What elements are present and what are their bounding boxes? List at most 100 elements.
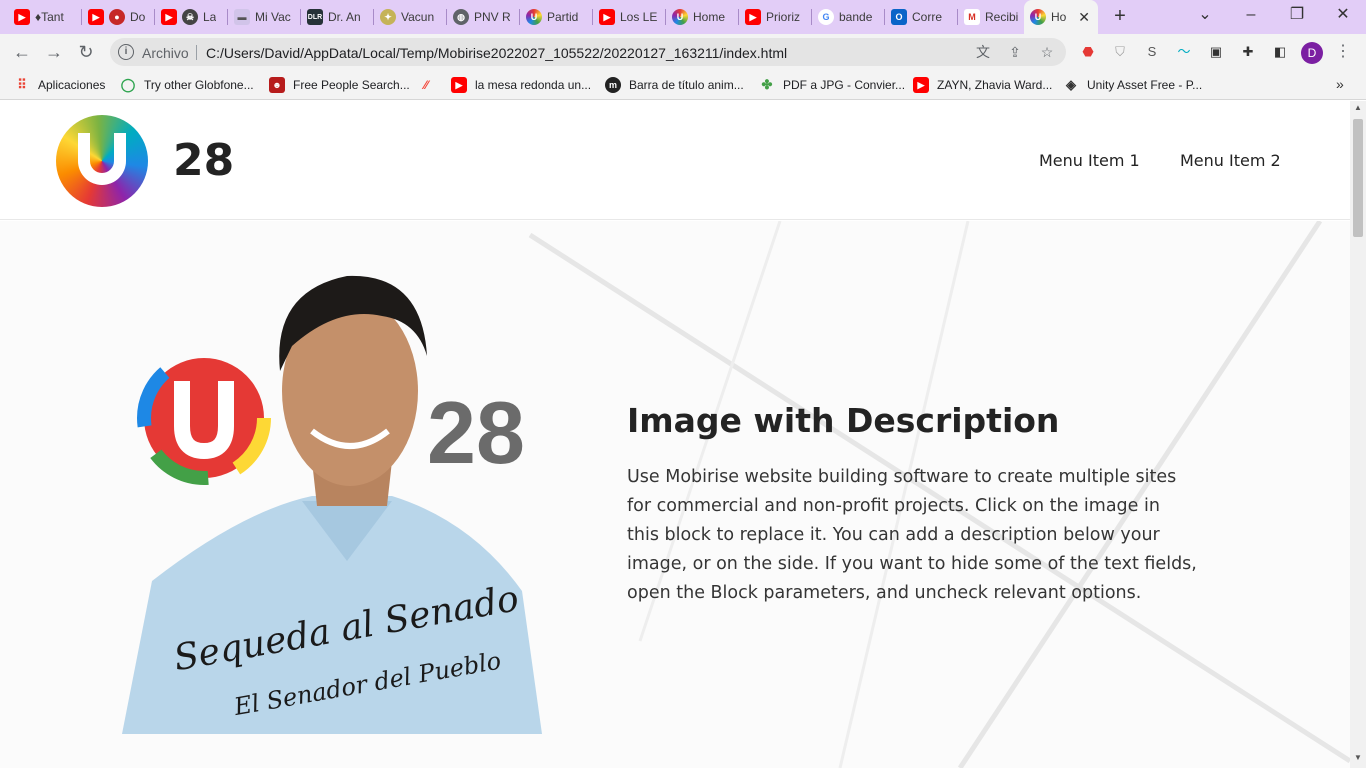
site-logo[interactable] — [56, 115, 148, 207]
new-tab-button[interactable]: + — [1109, 5, 1131, 29]
tab[interactable]: ▶ Prioriz — [739, 5, 809, 29]
tab[interactable]: DLR Dr. An — [301, 5, 371, 29]
scroll-thumb[interactable] — [1353, 119, 1363, 237]
candidate-photo[interactable]: 28 Sequeda al Senado El Senador del Pueb… — [122, 261, 566, 734]
tab-label: PNV R — [474, 10, 511, 24]
browser-toolbar: ← → ↻ i Archivo C:/Users/David/AppData/L… — [0, 34, 1366, 70]
youtube-icon: ▶ — [88, 9, 104, 25]
address-bar[interactable]: i Archivo C:/Users/David/AppData/Local/T… — [110, 38, 1066, 66]
profile-avatar[interactable]: D — [1301, 42, 1323, 64]
unity-icon: ◈ — [1066, 77, 1076, 92]
tab[interactable]: ◍ PNV R — [447, 5, 517, 29]
seal-icon: ✦ — [380, 9, 396, 25]
tab-label: Do — [130, 10, 146, 24]
apps-grid-icon: ⠿ — [17, 77, 27, 92]
bookmarks-bar: ⠿ Aplicaciones ◯ Try other Globfone... ☻… — [0, 70, 1366, 100]
bookmark-item[interactable]: ☻ Free People Search... — [269, 76, 410, 94]
u-logo-icon: U — [672, 9, 688, 25]
tab-active[interactable]: U Ho ✕ — [1024, 0, 1098, 34]
side-panel-icon[interactable]: ◧ — [1270, 42, 1290, 62]
tab-strip: ▶ ♦Tant ▶ ● Do ▶ ☠ La ▬ Mi Vac DLR Dr. A… — [0, 0, 1366, 34]
close-tab-icon[interactable]: ✕ — [1078, 9, 1090, 26]
image-number-text: 28 — [427, 383, 525, 482]
divider — [196, 45, 197, 60]
brand-title[interactable]: 28 — [173, 135, 234, 186]
tab[interactable]: ▶ Los LE — [593, 5, 663, 29]
section-title: Image with Description — [627, 401, 1060, 440]
emoji-icon: ● — [109, 9, 125, 25]
tab[interactable]: U Partid — [520, 5, 590, 29]
skull-icon: ☠ — [182, 9, 198, 25]
youtube-icon: ▶ — [913, 77, 929, 93]
reload-button[interactable]: ↻ — [72, 38, 100, 66]
tab[interactable]: ✦ Vacun — [374, 5, 444, 29]
m-circle-icon: m — [605, 77, 621, 93]
tab[interactable]: O Corre — [885, 5, 955, 29]
bookmark-item[interactable]: ⠿ Aplicaciones — [14, 76, 105, 94]
tab-label: Mi Vac — [255, 10, 291, 24]
tab-label: La — [203, 10, 217, 24]
menu-item-1[interactable]: Menu Item 1 — [1039, 151, 1140, 170]
tab-label: Home — [693, 10, 726, 24]
bookmark-item[interactable]: ⁄⁄ — [418, 76, 442, 94]
minimize-button[interactable]: – — [1228, 4, 1274, 28]
close-window-button[interactable]: ✕ — [1320, 4, 1366, 28]
shield-extension-icon[interactable]: ⛉ — [1110, 42, 1130, 62]
restore-button[interactable]: ❐ — [1274, 4, 1320, 28]
bookmark-item[interactable]: ✤ PDF a JPG - Convier... — [759, 76, 906, 94]
tab[interactable]: G bande — [812, 5, 882, 29]
tab[interactable]: ▶ ● Do — [82, 5, 152, 29]
web-page: 28 Menu Item 1 Menu Item 2 28 Sequeda al… — [0, 101, 1350, 768]
url-text[interactable]: C:/Users/David/AppData/Local/Temp/Mobiri… — [206, 45, 787, 61]
tab-label: Corre — [912, 10, 943, 24]
bookmark-label: Unity Asset Free - P... — [1087, 78, 1203, 92]
puzzle-extensions-icon[interactable]: ✚ — [1238, 42, 1258, 62]
box-extension-icon[interactable]: ▣ — [1206, 42, 1226, 62]
tab[interactable]: ▶ ☠ La — [155, 5, 225, 29]
u-logo-icon: U — [526, 9, 542, 25]
forward-button[interactable]: → — [40, 38, 68, 66]
scroll-up-arrow-icon[interactable]: ▲ — [1354, 103, 1362, 112]
tab[interactable]: U Home — [666, 5, 736, 29]
translate-icon[interactable]: 文 — [974, 43, 992, 61]
dlr-icon: DLR — [307, 9, 323, 25]
tab-label: Recibi — [985, 10, 1019, 24]
globe-icon: ◍ — [453, 9, 469, 25]
back-button[interactable]: ← — [8, 38, 36, 66]
menu-item-2[interactable]: Menu Item 2 — [1180, 151, 1281, 170]
bookmark-label: Try other Globfone... — [144, 78, 254, 92]
tab[interactable]: M Recibi — [958, 5, 1022, 29]
tab-search-chevron-icon[interactable]: ⌄ — [1182, 4, 1228, 28]
bookmark-label: la mesa redonda un... — [475, 78, 592, 92]
wave-extension-icon[interactable]: 〜 — [1174, 42, 1194, 62]
bookmark-label: Barra de título anim... — [629, 78, 744, 92]
bookmark-item[interactable]: ▶ la mesa redonda un... — [451, 76, 591, 94]
bookmark-label: PDF a JPG - Convier... — [783, 78, 906, 92]
bookmark-item[interactable]: m Barra de título anim... — [605, 76, 744, 94]
bookmark-item[interactable]: ◯ Try other Globfone... — [120, 76, 254, 94]
bookmark-star-icon[interactable]: ☆ — [1038, 43, 1056, 61]
s-extension-icon[interactable]: S — [1142, 42, 1162, 62]
bookmark-label: Free People Search... — [293, 78, 410, 92]
page-scrollbar[interactable]: ▲ ▼ — [1350, 101, 1366, 768]
u-logo-icon: U — [1030, 9, 1046, 25]
image-with-description-section: 28 Sequeda al Senado El Senador del Pueb… — [0, 221, 1350, 768]
outlook-icon: O — [891, 9, 907, 25]
youtube-icon: ▶ — [451, 77, 467, 93]
youtube-icon: ▶ — [745, 9, 761, 25]
bookmarks-overflow-icon[interactable]: » — [1336, 76, 1344, 92]
tab[interactable]: ▬ Mi Vac — [228, 5, 298, 29]
youtube-icon: ▶ — [161, 9, 177, 25]
tab-label: Prioriz — [766, 10, 801, 24]
tab[interactable]: ▶ ♦Tant — [8, 5, 80, 29]
adblock-extension-icon[interactable]: ⬣ — [1078, 42, 1098, 62]
bookmark-item[interactable]: ▶ ZAYN, Zhavia Ward... — [913, 76, 1052, 94]
share-icon[interactable]: ⇪ — [1006, 43, 1024, 61]
tab-label: bande — [839, 10, 873, 24]
bookmark-label: Aplicaciones — [38, 78, 106, 92]
bookmark-item[interactable]: ◈ Unity Asset Free - P... — [1063, 76, 1202, 94]
youtube-icon: ▶ — [14, 9, 30, 25]
scroll-down-arrow-icon[interactable]: ▼ — [1354, 753, 1362, 762]
menu-kebab-icon[interactable]: ⋮ — [1334, 40, 1352, 64]
info-icon[interactable]: i — [118, 44, 134, 60]
